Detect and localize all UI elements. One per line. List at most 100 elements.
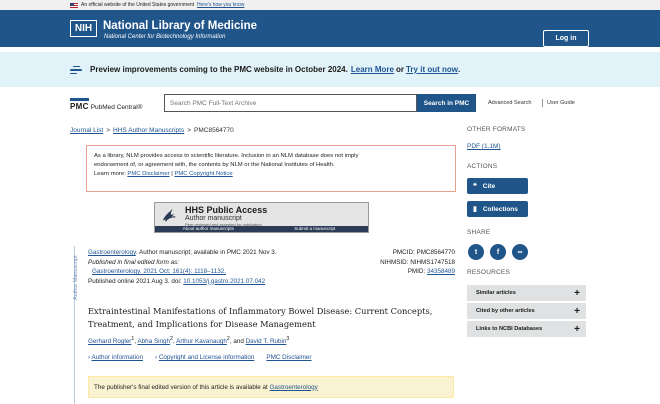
published-final-label: Published in final edited form as: [88, 258, 180, 266]
heres-how-link[interactable]: Here's how you know [197, 2, 244, 8]
nlm-disclaimer-box: As a library, NLM provides access to sci… [86, 145, 456, 192]
actions-heading: ACTIONS [467, 163, 498, 170]
link-icon[interactable]: ∞ [512, 244, 528, 260]
caret-right-icon: › [88, 354, 91, 361]
pmid-link[interactable]: 34358489 [427, 268, 455, 275]
disclaimer-line: endorsement of, or agreement with, the c… [94, 162, 335, 168]
breadcrumb-journal-list[interactable]: Journal List [70, 127, 103, 134]
collections-button[interactable]: ▮ Collections [467, 201, 528, 217]
article-title: Extraintestinal Manifestations of Inflam… [88, 305, 458, 331]
caret-right-icon: › [154, 354, 158, 361]
similar-articles-accordion[interactable]: Similar articles + [467, 285, 586, 301]
final-ref-link[interactable]: Gastroenterology. 2021 Oct; 161(4): 1118… [92, 268, 226, 275]
author-link[interactable]: Abha Singh [137, 338, 170, 345]
us-flag-icon [70, 2, 78, 8]
cite-label: Cite [482, 182, 496, 190]
author-affiliation: 2 [226, 336, 230, 342]
copyright-info-toggle[interactable]: › Copyright and License information [155, 354, 254, 361]
collections-label: Collections [482, 205, 518, 213]
search-input[interactable] [164, 94, 417, 112]
title-line: Treatment, and Implications for Disease … [88, 319, 316, 329]
plus-icon: + [574, 305, 580, 317]
author-link[interactable]: Arthur Kavanaugh [176, 338, 227, 345]
hhs-title: HHS Public Access [185, 205, 268, 215]
publisher-link[interactable]: Gastroenterology [270, 384, 318, 391]
login-button[interactable]: Log in [543, 30, 589, 47]
pmc-logo-mark: PMC [70, 98, 89, 111]
res-item-label: Similar articles [476, 290, 516, 296]
citation-line: Gastroenterology. Author manuscript; ava… [88, 248, 318, 258]
pmc-logo[interactable]: PMC PubMed Central® [70, 95, 142, 111]
advanced-search-link[interactable]: Advanced Search [488, 100, 531, 106]
journal-link[interactable]: Gastroenterology [88, 249, 136, 256]
title-line: Extraintestinal Manifestations of Inflam… [88, 306, 433, 316]
user-guide-link[interactable]: User Guide [547, 100, 575, 106]
pmcid: PMCID: PMC8564770 [392, 249, 455, 256]
cite-button[interactable]: ❝ Cite [467, 178, 528, 194]
ncbi-subtitle: National Center for Biotechnology Inform… [104, 34, 226, 40]
hhs-eagle-icon [162, 208, 176, 222]
preview-end: . [457, 65, 461, 74]
breadcrumb-current: PMC8564770 [194, 127, 234, 134]
ncbi-links-accordion[interactable]: Links to NCBI Databases + [467, 321, 586, 337]
published-online-line: Published online 2021 Aug 3. doi: 10.105… [88, 277, 318, 287]
learn-more-label: Learn more: [94, 171, 126, 177]
nihmsid: NIHMSID: NIHMS1747518 [380, 258, 455, 266]
plus-icon: + [574, 287, 580, 299]
share-heading: SHARE [467, 229, 491, 236]
twitter-icon[interactable]: t [468, 244, 484, 260]
breadcrumb: Journal List > HHS Author Manuscripts > … [70, 127, 234, 134]
and-text: and [233, 338, 244, 346]
preview-text: Preview improvements coming to the PMC w… [90, 65, 348, 74]
pmc-disclaimer-link[interactable]: PMC Disclaimer [127, 171, 169, 177]
nlm-title[interactable]: National Library of Medicine [103, 20, 257, 32]
pmc-disclaimer-link-2[interactable]: PMC Disclaimer [266, 354, 311, 361]
publisher-notice-text: The publisher's final edited version of … [94, 383, 268, 391]
disclaimer-line: As a library, NLM provides access to sci… [94, 153, 359, 159]
bookmark-icon: ▮ [473, 206, 477, 213]
author-info-links: › Author information › Copyright and Lic… [88, 354, 312, 361]
search-button[interactable]: Search in PMC [417, 94, 476, 112]
other-formats-heading: OTHER FORMATS [467, 126, 526, 133]
pipe-separator: | [171, 171, 173, 177]
pmc-logo-text: PubMed Central® [90, 104, 143, 111]
author-affiliation: 2 [170, 336, 173, 342]
gov-banner: An official website of the United States… [0, 0, 660, 10]
resources-heading: RESOURCES [467, 269, 510, 276]
doi-link[interactable]: 10.1053/j.gastro.2021.07.042 [183, 278, 265, 285]
journal-meta: . Author manuscript; available in PMC 20… [135, 249, 277, 256]
pmid-label: PMID: [407, 268, 426, 275]
pmc-copyright-link[interactable]: PMC Copyright Notice [174, 171, 232, 177]
hhs-link-bar: About author manuscripts Submit a manusc… [155, 226, 368, 232]
about-manuscripts-link[interactable]: About author manuscripts [155, 226, 262, 232]
submit-manuscript-link[interactable]: Submit a manuscript [262, 226, 369, 232]
author-link[interactable]: Gerhard Rogler [88, 338, 131, 345]
preview-banner: Preview improvements coming to the PMC w… [0, 52, 660, 87]
hhs-subtitle: Author manuscript [185, 215, 242, 222]
pmid-line: PMID: 34358489 [330, 267, 455, 277]
divider [542, 99, 543, 107]
try-it-out-link[interactable]: Try it out now [406, 65, 458, 74]
pdf-link[interactable]: PDF (1.1M) [467, 143, 501, 150]
publisher-notice: The publisher's final edited version of … [88, 376, 454, 398]
copyright-info-link[interactable]: Copyright and License information [159, 354, 255, 361]
published-online-label: Published online 2021 Aug 3. doi: [88, 277, 182, 285]
learn-more-link[interactable]: Learn More [351, 65, 394, 74]
facebook-icon[interactable]: f [490, 244, 506, 260]
announcement-icon [70, 65, 82, 75]
breadcrumb-hhs[interactable]: HHS Author Manuscripts [113, 127, 184, 134]
author-affiliation: 1 [131, 336, 135, 342]
author-info-toggle[interactable]: › Author information [88, 354, 143, 361]
author-affiliation: 3 [286, 336, 290, 342]
author-info-link[interactable]: Author information [92, 354, 143, 361]
author-manuscript-label: Author Manuscript [73, 255, 79, 300]
author-link[interactable]: David T. Rubin [246, 338, 287, 345]
disclaimer-links: Learn more: PMC Disclaimer | PMC Copyrig… [94, 170, 455, 179]
cited-by-accordion[interactable]: Cited by other articles + [467, 303, 586, 319]
nih-logo[interactable]: NIH [70, 20, 97, 37]
quote-icon: ❝ [473, 183, 477, 190]
res-item-label: Links to NCBI Databases [476, 326, 543, 332]
plus-icon: + [574, 323, 580, 335]
final-ref-line: Gastroenterology. 2021 Oct; 161(4): 1118… [88, 267, 318, 277]
res-item-label: Cited by other articles [476, 308, 535, 314]
